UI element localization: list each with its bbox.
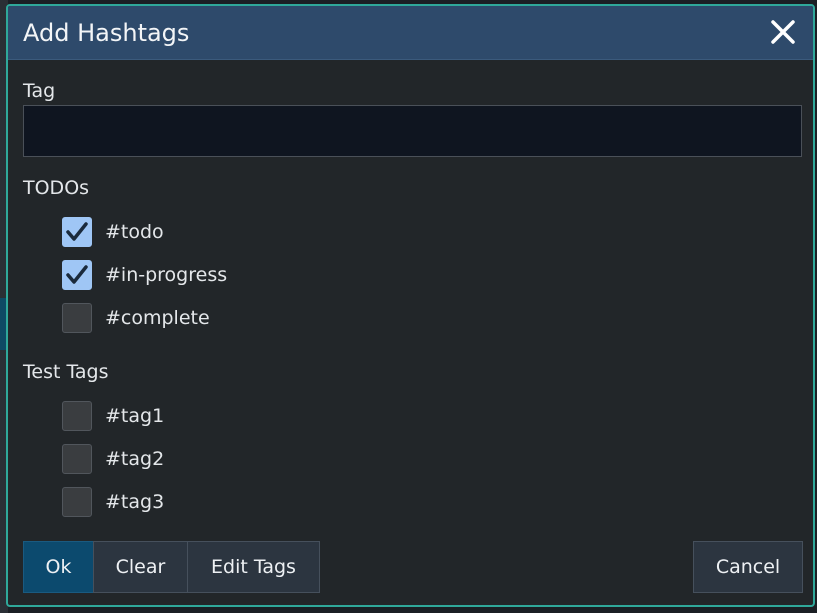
- cancel-button[interactable]: Cancel: [693, 541, 803, 593]
- add-hashtags-dialog: Add Hashtags Tag TODOs #todo #in-progres…: [6, 4, 815, 607]
- checkbox[interactable]: [62, 217, 92, 247]
- clear-button[interactable]: Clear: [93, 541, 188, 593]
- tag-option-todo[interactable]: #todo: [62, 217, 164, 247]
- ok-button[interactable]: Ok: [23, 541, 94, 593]
- dialog-title: Add Hashtags: [23, 19, 190, 47]
- tag-option-tag2[interactable]: #tag2: [62, 444, 164, 474]
- edit-tags-button[interactable]: Edit Tags: [187, 541, 320, 593]
- checkbox[interactable]: [62, 401, 92, 431]
- close-button[interactable]: [769, 18, 797, 46]
- checkbox[interactable]: [62, 260, 92, 290]
- close-icon: [771, 20, 795, 44]
- tag-option-tag3[interactable]: #tag3: [62, 487, 164, 517]
- checkmark-icon: [66, 265, 88, 284]
- group-heading-test-tags: Test Tags: [23, 361, 109, 383]
- tag-option-label: #tag2: [105, 448, 165, 470]
- tag-option-label: #tag3: [105, 491, 165, 513]
- tag-input[interactable]: [23, 105, 802, 157]
- tag-option-in-progress[interactable]: #in-progress: [62, 260, 227, 290]
- tag-option-label: #tag1: [105, 405, 165, 427]
- tag-option-label: #complete: [105, 307, 210, 329]
- checkbox[interactable]: [62, 487, 92, 517]
- tag-option-complete[interactable]: #complete: [62, 303, 210, 333]
- checkmark-icon: [66, 222, 88, 241]
- tag-field-label: Tag: [23, 80, 56, 102]
- tag-option-tag1[interactable]: #tag1: [62, 401, 164, 431]
- checkbox[interactable]: [62, 444, 92, 474]
- tag-option-label: #todo: [105, 221, 164, 243]
- checkbox[interactable]: [62, 303, 92, 333]
- group-heading-todos: TODOs: [23, 177, 90, 199]
- dialog-titlebar: Add Hashtags: [8, 6, 813, 60]
- tag-option-label: #in-progress: [105, 264, 228, 286]
